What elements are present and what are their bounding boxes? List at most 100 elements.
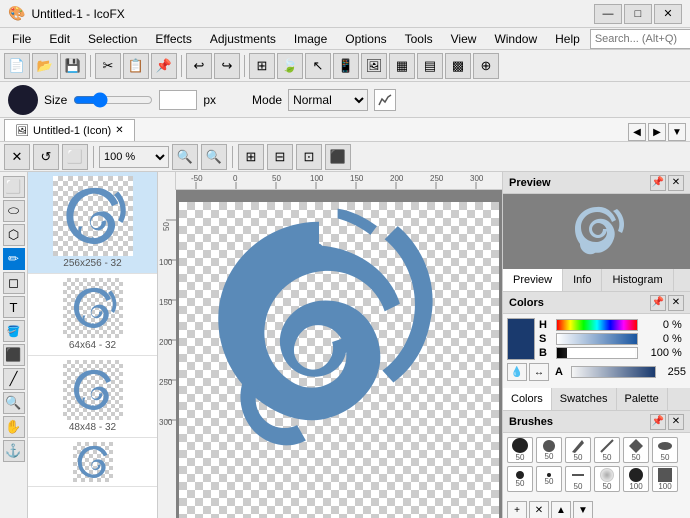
canvas-content[interactable]: [176, 190, 502, 518]
brush-delete-button[interactable]: ✕: [529, 501, 549, 518]
brush-3[interactable]: 50: [565, 437, 591, 463]
paste-button[interactable]: 📌: [151, 53, 177, 79]
brush-8[interactable]: 50: [536, 466, 562, 492]
tool-text[interactable]: T: [3, 296, 25, 318]
ctab-palette[interactable]: Palette: [617, 388, 668, 410]
redo-button[interactable]: ↪: [214, 53, 240, 79]
mode-icon-button[interactable]: [374, 89, 396, 111]
zoom-in-button[interactable]: 🔍: [201, 144, 227, 170]
select-all-button[interactable]: ⬜: [62, 144, 88, 170]
crosshair-button[interactable]: ✕: [4, 144, 30, 170]
tab-menu-button[interactable]: ▼: [668, 123, 686, 141]
icon-item-48[interactable]: 48x48 - 32: [28, 356, 157, 438]
menu-image[interactable]: Image: [286, 30, 335, 48]
ptab-info[interactable]: Info: [563, 269, 602, 291]
maximize-button[interactable]: □: [624, 4, 652, 24]
preview-pin-button[interactable]: 📌: [650, 175, 666, 191]
brush-11[interactable]: 100: [623, 466, 649, 492]
brushes-pin-button[interactable]: 📌: [650, 414, 666, 430]
menu-options[interactable]: Options: [337, 30, 394, 48]
brush-6[interactable]: 50: [652, 437, 678, 463]
image-button[interactable]: 🖼: [361, 53, 387, 79]
menu-edit[interactable]: Edit: [41, 30, 78, 48]
icon-item-64[interactable]: 64x64 - 32: [28, 274, 157, 356]
eyedropper-button[interactable]: 💧: [507, 363, 527, 381]
brush-7[interactable]: 50: [507, 466, 533, 492]
tool-lasso[interactable]: ⬭: [3, 200, 25, 222]
brush-down-button[interactable]: ▼: [573, 501, 593, 518]
brush-1[interactable]: 50: [507, 437, 533, 463]
ptab-histogram[interactable]: Histogram: [602, 269, 673, 291]
tool-eraser[interactable]: ◻: [3, 272, 25, 294]
brush-add-button[interactable]: +: [507, 501, 527, 518]
colors-close-button[interactable]: ✕: [668, 295, 684, 311]
menu-window[interactable]: Window: [486, 30, 545, 48]
new-button[interactable]: 📄: [4, 53, 30, 79]
tool-anchor[interactable]: ⚓: [3, 440, 25, 462]
size-slider[interactable]: [73, 92, 153, 108]
invert-button[interactable]: ↔: [529, 363, 549, 381]
menu-view[interactable]: View: [443, 30, 485, 48]
undo-button[interactable]: ↩: [186, 53, 212, 79]
minimize-button[interactable]: —: [594, 4, 622, 24]
reset-button[interactable]: ↺: [33, 144, 59, 170]
pattern2-button[interactable]: ▤: [417, 53, 443, 79]
tool-brush[interactable]: ✏: [3, 248, 25, 270]
tool-hand[interactable]: ✋: [3, 416, 25, 438]
fit-button[interactable]: ⊡: [296, 144, 322, 170]
menu-file[interactable]: File: [4, 30, 39, 48]
s-bar-container[interactable]: [556, 333, 638, 345]
a-bar-container[interactable]: [571, 366, 656, 378]
ctab-colors[interactable]: Colors: [503, 388, 552, 410]
brush-10[interactable]: 50: [594, 466, 620, 492]
brush-2[interactable]: 50: [536, 437, 562, 463]
arrange-button[interactable]: ⬛: [325, 144, 351, 170]
brush-4[interactable]: 50: [594, 437, 620, 463]
zoom-select[interactable]: 100 % 200 % 50 %: [99, 146, 169, 168]
menu-help[interactable]: Help: [547, 30, 588, 48]
grid-view2-button[interactable]: ⊟: [267, 144, 293, 170]
tool-paint[interactable]: 🪣: [3, 320, 25, 342]
tab-close-button[interactable]: ✕: [115, 125, 123, 136]
tab-next-button[interactable]: ▶: [648, 123, 666, 141]
tool-zoom[interactable]: 🔍: [3, 392, 25, 414]
phone-button[interactable]: 📱: [333, 53, 359, 79]
zoom-out-button[interactable]: 🔍: [172, 144, 198, 170]
pattern-button[interactable]: ▦: [389, 53, 415, 79]
tab-prev-button[interactable]: ◀: [628, 123, 646, 141]
cursor-button[interactable]: ↖: [305, 53, 331, 79]
copy-button[interactable]: 📋: [123, 53, 149, 79]
brush-12[interactable]: 100: [652, 466, 678, 492]
tool-marquee[interactable]: ⬜: [3, 176, 25, 198]
size-input[interactable]: 60: [159, 90, 197, 110]
open-button[interactable]: 📂: [32, 53, 58, 79]
brush-5[interactable]: 50: [623, 437, 649, 463]
ptab-preview[interactable]: Preview: [503, 269, 563, 291]
icon-item-32[interactable]: [28, 438, 157, 487]
preview-close-button[interactable]: ✕: [668, 175, 684, 191]
cut-button[interactable]: ✂: [95, 53, 121, 79]
tool-line[interactable]: ╱: [3, 368, 25, 390]
layers-button[interactable]: ⊕: [473, 53, 499, 79]
b-bar-container[interactable]: [556, 347, 638, 359]
pattern3-button[interactable]: ▩: [445, 53, 471, 79]
brush-9[interactable]: 50: [565, 466, 591, 492]
grid-button[interactable]: ⊞: [249, 53, 275, 79]
main-color-swatch[interactable]: [507, 318, 535, 360]
menu-selection[interactable]: Selection: [80, 30, 145, 48]
close-button[interactable]: ✕: [654, 4, 682, 24]
search-input[interactable]: [590, 29, 690, 49]
mode-select[interactable]: Normal Multiply Screen Overlay: [288, 89, 368, 111]
ctab-swatches[interactable]: Swatches: [552, 388, 617, 410]
menu-tools[interactable]: Tools: [397, 30, 441, 48]
icon-item-256[interactable]: 256x256 - 32: [28, 172, 157, 274]
menu-adjustments[interactable]: Adjustments: [202, 30, 284, 48]
leaf-button[interactable]: 🍃: [277, 53, 303, 79]
tool-magic[interactable]: ⬡: [3, 224, 25, 246]
main-tab[interactable]: 🖼 Untitled-1 (Icon) ✕: [4, 119, 135, 141]
brushes-close-button[interactable]: ✕: [668, 414, 684, 430]
grid-view-button[interactable]: ⊞: [238, 144, 264, 170]
menu-effects[interactable]: Effects: [147, 30, 199, 48]
tool-shape[interactable]: ⬛: [3, 344, 25, 366]
h-bar-container[interactable]: [556, 319, 638, 331]
